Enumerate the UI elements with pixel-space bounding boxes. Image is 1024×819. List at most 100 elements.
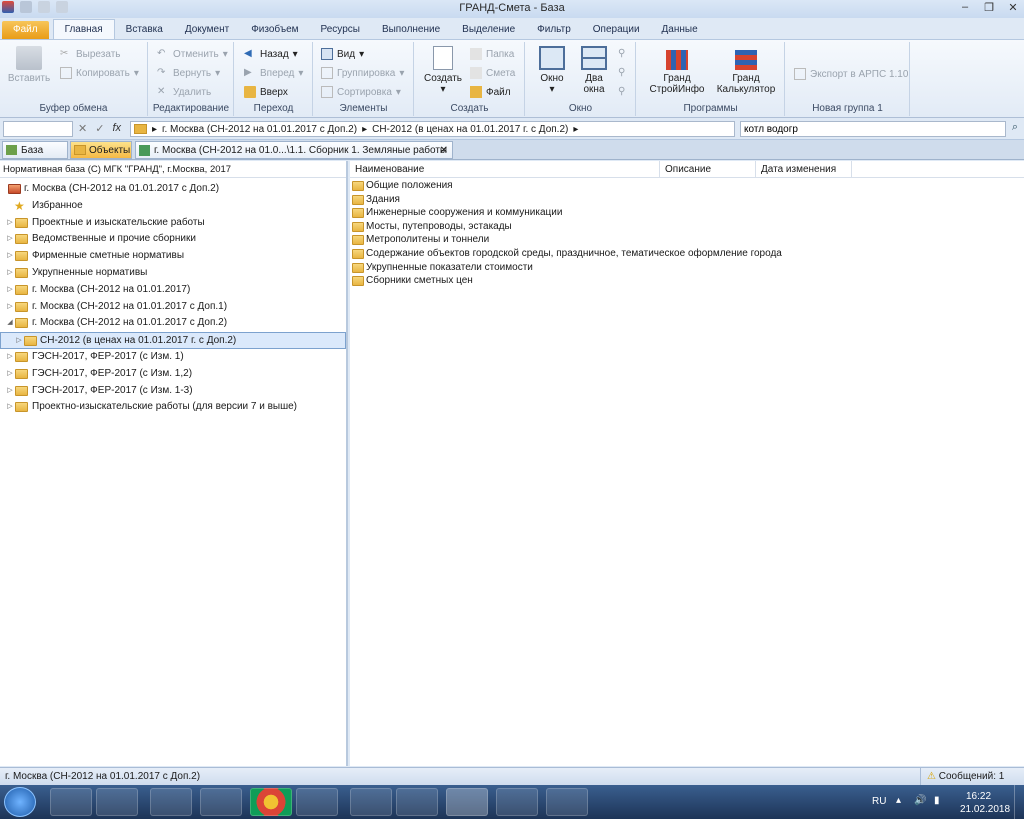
search-icon[interactable]: ⌕ — [1007, 121, 1023, 137]
close-tab-icon[interactable]: ✕ — [440, 142, 448, 159]
tree-item[interactable]: ▷ ГЭСН-2017, ФЕР-2017 (с Изм. 1) — [0, 349, 346, 366]
list-item[interactable]: Укрупненные показатели стоимости — [350, 261, 1024, 275]
tab-document[interactable]: Документ — [174, 21, 240, 39]
taskbar-app-2[interactable] — [96, 788, 138, 816]
show-desktop-button[interactable] — [1014, 785, 1024, 819]
list-item[interactable]: Здания — [350, 193, 1024, 207]
delete-button[interactable]: ✕ Удалить — [157, 86, 211, 98]
two-windows-button[interactable]: Два окна — [574, 46, 614, 95]
estimate-button[interactable]: Смета — [470, 67, 515, 79]
expand-icon[interactable]: ▷ — [6, 282, 14, 299]
tree-item[interactable]: ▷ Проектные и изыскательские работы — [0, 215, 346, 232]
tree-item[interactable]: ▷ г. Москва (СН-2012 на 01.01.2017) — [0, 282, 346, 299]
window-button[interactable]: Окно ▾ — [532, 46, 572, 95]
back-button[interactable]: ◀ Назад ▾ — [244, 48, 298, 60]
tree-item-selected[interactable]: ▷ СН-2012 (в ценах на 01.01.2017 г. с Доп… — [0, 332, 346, 349]
tab-insert[interactable]: Вставка — [115, 21, 174, 39]
pin-icon-3[interactable]: ⚲ — [618, 86, 625, 97]
tree-item[interactable]: ▷ ГЭСН-2017, ФЕР-2017 (с Изм. 1-3) — [0, 383, 346, 400]
collapse-icon[interactable]: ◢ — [6, 315, 14, 332]
messages-indicator[interactable]: ⚠ Сообщений: 1 — [920, 768, 1020, 785]
tab-filter[interactable]: Фильтр — [526, 21, 582, 39]
expand-icon[interactable]: ▷ — [6, 299, 14, 316]
tree-item[interactable]: ◢ г. Москва (СН-2012 на 01.01.2017 с Доп.… — [0, 315, 346, 332]
expand-icon[interactable]: ▷ — [6, 366, 14, 383]
tree-item[interactable]: г. Москва (СН-2012 на 01.01.2017 с Доп.2… — [0, 181, 346, 198]
folder-button[interactable]: Папка — [470, 48, 514, 60]
tree-item[interactable]: ▷ Ведомственные и прочие сборники — [0, 231, 346, 248]
tab-home[interactable]: Главная — [52, 19, 115, 39]
list-item[interactable]: Метрополитены и тоннели — [350, 233, 1024, 247]
minimize-button[interactable]: – — [956, 0, 974, 14]
expand-icon[interactable]: ▷ — [6, 215, 14, 232]
tab-selection[interactable]: Выделение — [451, 21, 526, 39]
network-icon[interactable]: ▮ — [934, 795, 940, 806]
breadcrumb-item-2[interactable]: СН-2012 (в ценах на 01.01.2017 г. с Доп.… — [372, 124, 568, 135]
taskbar-app-10[interactable] — [496, 788, 538, 816]
explorer-icon[interactable] — [296, 788, 338, 816]
start-button[interactable] — [4, 787, 36, 817]
language-indicator[interactable]: RU — [872, 796, 886, 807]
tree-item[interactable]: ▷ г. Москва (СН-2012 на 01.01.2017 с Доп.… — [0, 299, 346, 316]
tab-volume[interactable]: Физобъем — [240, 21, 309, 39]
tab-file[interactable]: Файл — [2, 21, 49, 39]
expand-icon[interactable]: ▷ — [6, 248, 14, 265]
tab-objects[interactable]: Объекты — [70, 141, 132, 159]
list-item[interactable]: Общие положения — [350, 179, 1024, 193]
expand-icon[interactable]: ▷ — [15, 333, 23, 350]
column-name[interactable]: Наименование — [350, 161, 660, 177]
create-button[interactable]: Создать ▾ — [423, 46, 463, 95]
export-arps-button[interactable]: Экспорт в АРПС 1.10 — [794, 68, 908, 80]
name-box[interactable] — [3, 121, 73, 137]
undo-button[interactable]: ↶ Отменить ▾ — [157, 48, 228, 60]
list-item[interactable]: Инженерные сооружения и коммуникации — [350, 206, 1024, 220]
expand-icon[interactable]: ▷ — [6, 383, 14, 400]
tab-execution[interactable]: Выполнение — [371, 21, 451, 39]
grand-smeta-taskbar-button[interactable] — [446, 788, 488, 816]
forward-button[interactable]: ▶ Вперед ▾ — [244, 67, 303, 79]
grand-calculator-button[interactable]: Гранд Калькулятор — [713, 50, 779, 95]
expand-icon[interactable]: ▷ — [6, 265, 14, 282]
word-icon[interactable] — [546, 788, 588, 816]
sorting-button[interactable]: Сортировка ▾ — [321, 86, 401, 98]
tree-item[interactable]: ▷ Фирменные сметные нормативы — [0, 248, 346, 265]
tree-item[interactable]: ▷ Укрупненные нормативы — [0, 265, 346, 282]
list-item[interactable]: Мосты, путепроводы, эстакады — [350, 220, 1024, 234]
tab-base[interactable]: База — [2, 141, 68, 159]
breadcrumb[interactable]: ▸ г. Москва (СН-2012 на 01.01.2017 с Доп… — [130, 121, 735, 137]
taskbar-app-7[interactable] — [350, 788, 392, 816]
tree-item[interactable]: ▷ Проектно-изыскательские работы (для вер… — [0, 399, 346, 416]
expand-icon[interactable]: ▷ — [6, 231, 14, 248]
copy-button[interactable]: Копировать ▾ — [60, 67, 139, 79]
taskbar-app-1[interactable] — [50, 788, 92, 816]
tray-arrow-icon[interactable]: ▴ — [896, 795, 901, 806]
tree-item[interactable]: ▷ ГЭСН-2017, ФЕР-2017 (с Изм. 1,2) — [0, 366, 346, 383]
tab-resources[interactable]: Ресурсы — [310, 21, 371, 39]
taskbar-app-4[interactable] — [200, 788, 242, 816]
maximize-button[interactable]: ❐ — [980, 0, 998, 14]
expand-icon[interactable]: ▷ — [6, 399, 14, 416]
fx-icon[interactable]: fx — [112, 122, 121, 135]
view-button[interactable]: Вид ▾ — [321, 48, 364, 60]
calculator-icon[interactable] — [396, 788, 438, 816]
up-button[interactable]: Вверх — [244, 86, 288, 98]
chrome-icon[interactable] — [250, 788, 292, 816]
cut-button[interactable]: ✂ Вырезать — [60, 48, 120, 60]
grouping-button[interactable]: Группировка ▾ — [321, 67, 404, 79]
breadcrumb-item-1[interactable]: г. Москва (СН-2012 на 01.01.2017 с Доп.2… — [162, 124, 357, 135]
file-button[interactable]: Файл — [470, 86, 511, 98]
tab-operations[interactable]: Операции — [582, 21, 651, 39]
list-item[interactable]: Сборники сметных цен — [350, 274, 1024, 288]
close-button[interactable]: ✕ — [1004, 0, 1022, 14]
pin-icon[interactable]: ⚲ — [618, 48, 625, 59]
clock-date[interactable]: 21.02.2018 — [960, 804, 1010, 815]
tab-document[interactable]: г. Москва (СН-2012 на 01.0...\1.1. Сборн… — [135, 141, 453, 159]
search-input[interactable] — [740, 121, 1006, 137]
confirm-icon[interactable]: ✓ — [95, 122, 104, 135]
taskbar-app-3[interactable] — [150, 788, 192, 816]
tab-data[interactable]: Данные — [651, 21, 709, 39]
list-item[interactable]: Содержание объектов городской среды, пра… — [350, 247, 1024, 261]
column-modified[interactable]: Дата изменения — [756, 161, 852, 177]
volume-icon[interactable]: 🔊 — [914, 795, 926, 806]
tree-item[interactable]: ★ Избранное — [0, 198, 346, 215]
